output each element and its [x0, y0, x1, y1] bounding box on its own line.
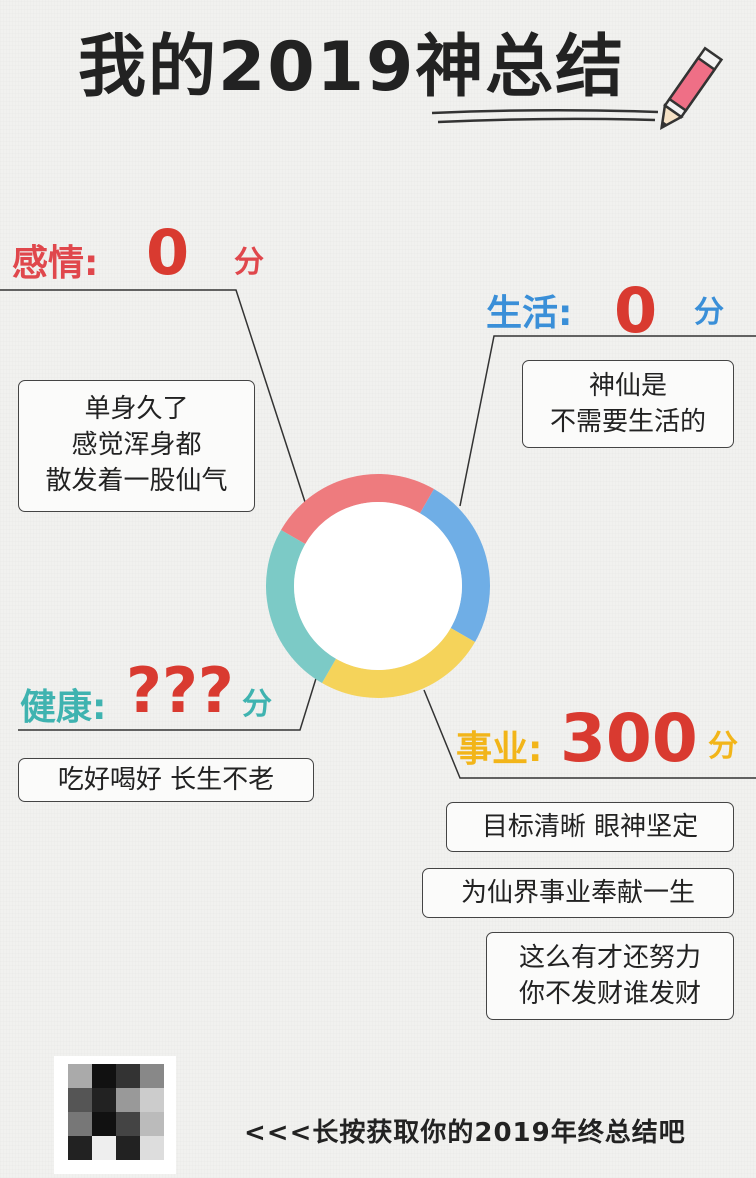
- career-label: 事业:: [456, 729, 543, 770]
- ring-segment-emotion: [281, 474, 434, 545]
- pencil-icon: [660, 46, 724, 130]
- career-comment-1: 目标清晰 眼神坚定: [446, 802, 734, 852]
- life-label: 生活:: [486, 293, 573, 334]
- emotion-label: 感情:: [12, 243, 99, 284]
- career-score: 300: [560, 700, 698, 777]
- career-comment-2: 为仙界事业奉献一生: [422, 868, 734, 918]
- career-unit: 分: [708, 729, 738, 764]
- title-underline: [431, 108, 659, 124]
- health-unit: 分: [242, 687, 272, 722]
- ring-center: [294, 502, 462, 670]
- emotion-score: 0: [146, 216, 190, 289]
- life-unit: 分: [694, 295, 724, 330]
- career-comment-3: 这么有才还努力 你不发财谁发财: [486, 932, 734, 1020]
- ring-segment-health: [266, 530, 337, 683]
- emotion-comment: 单身久了 感觉浑身都 散发着一股仙气: [18, 380, 255, 512]
- page-title: 我的2019神总结: [78, 28, 626, 107]
- ring-segment-career: [322, 627, 475, 698]
- ring-segment-life: [419, 489, 490, 642]
- health-comment: 吃好喝好 长生不老: [18, 758, 314, 802]
- qr-code-image[interactable]: [54, 1056, 176, 1174]
- health-label: 健康:: [20, 687, 107, 728]
- life-score: 0: [614, 274, 658, 347]
- donut-ring: [266, 474, 490, 698]
- emotion-unit: 分: [234, 245, 264, 280]
- life-comment: 神仙是 不需要生活的: [522, 360, 734, 448]
- footer-prompt: <<<长按获取你的2019年终总结吧: [244, 1118, 686, 1148]
- health-score: ???: [126, 654, 234, 727]
